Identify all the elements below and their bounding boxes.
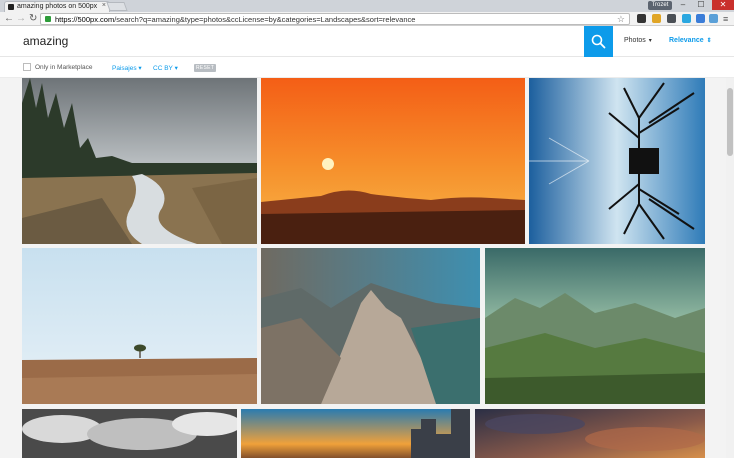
address-bar[interactable]: https://500px.com/search?q=amazing&type=… [40, 13, 630, 25]
browser-toolbar: ← → ↻ https://500px.com/search?q=amazing… [0, 12, 734, 26]
browser-window: amazing photos on 500px × Trozet – ☐ ✕ ←… [0, 0, 734, 458]
search-button[interactable] [584, 26, 613, 57]
photo-city-sunset[interactable] [241, 409, 470, 458]
photo-misty-river-forest[interactable] [22, 78, 257, 244]
browser-tab[interactable]: amazing photos on 500px × [4, 1, 110, 12]
500px-favicon-icon [8, 4, 14, 10]
license-filter-label: CC BY [153, 65, 173, 72]
url-text: https://500px.com/search?q=amazing&type=… [55, 15, 415, 24]
license-filter[interactable]: CC BY ▾ [153, 64, 178, 72]
photo-lone-tree-field[interactable] [22, 248, 257, 404]
filter-bar: Only in Marketplace Paisajes ▾ CC BY ▾ R… [0, 57, 734, 78]
search-icon [591, 34, 606, 49]
bookmark-star-icon[interactable]: ☆ [617, 14, 625, 25]
extension-shield-icon[interactable] [667, 14, 676, 23]
profile-badge[interactable]: Trozet [648, 1, 672, 10]
type-dropdown[interactable]: Photos ▾ [624, 37, 652, 44]
extension-gear-icon[interactable] [637, 14, 646, 23]
tab-bar: amazing photos on 500px × Trozet – ☐ ✕ [0, 0, 734, 12]
category-filter[interactable]: Paisajes ▾ [112, 64, 142, 72]
type-dropdown-label: Photos [624, 37, 646, 44]
scrollbar-thumb[interactable] [727, 88, 733, 156]
caret-down-icon: ▾ [648, 38, 652, 44]
page-scrollbar[interactable] [726, 78, 734, 458]
sort-dropdown-label: Relevance [669, 37, 704, 44]
category-caret-icon: ▾ [138, 65, 142, 72]
back-arrow-icon[interactable]: ← [4, 13, 14, 25]
marketplace-checkbox[interactable] [23, 63, 31, 71]
forward-arrow-icon[interactable]: → [16, 13, 26, 25]
close-window-button[interactable]: ✕ [712, 0, 734, 10]
secure-lock-icon [45, 16, 51, 22]
tab-title: amazing photos on 500px [17, 3, 98, 10]
extension-pen-icon[interactable] [682, 14, 691, 23]
sort-caret-icon: ⇕ [706, 38, 712, 44]
photo-stormy-sunset-sky[interactable] [475, 409, 705, 458]
reset-button[interactable]: RESET [194, 64, 217, 72]
extension-box-icon[interactable] [696, 14, 705, 23]
license-caret-icon: ▾ [174, 65, 178, 72]
url-host: https://500px.com [55, 15, 115, 24]
maximize-button[interactable]: ☐ [692, 0, 710, 10]
new-tab-button[interactable] [106, 2, 128, 11]
minimize-button[interactable]: – [674, 0, 692, 10]
reload-icon[interactable]: ↻ [29, 13, 37, 25]
extension-bolt-icon[interactable] [652, 14, 661, 23]
photo-dramatic-clouds-bw[interactable] [22, 409, 237, 458]
photo-green-valley-clouds[interactable] [485, 248, 705, 404]
photo-orange-sunset-mountains[interactable] [261, 78, 525, 244]
menu-icon[interactable]: ≡ [723, 13, 728, 25]
photo-grid [0, 78, 726, 458]
site-search-header: amazing Photos ▾ Relevance ⇕ [0, 26, 734, 57]
extension-cloud-icon[interactable] [709, 14, 718, 23]
photo-tree-reflection[interactable] [529, 78, 705, 244]
photo-rocky-mountain-peak[interactable] [261, 248, 480, 404]
tab-close-icon[interactable]: × [102, 2, 106, 9]
category-filter-label: Paisajes [112, 65, 137, 72]
url-path: /search?q=amazing&type=photos&ccLicense=… [114, 15, 416, 24]
marketplace-label: Only in Marketplace [35, 64, 93, 71]
search-input[interactable]: amazing [23, 34, 68, 48]
sort-dropdown[interactable]: Relevance ⇕ [669, 37, 712, 44]
